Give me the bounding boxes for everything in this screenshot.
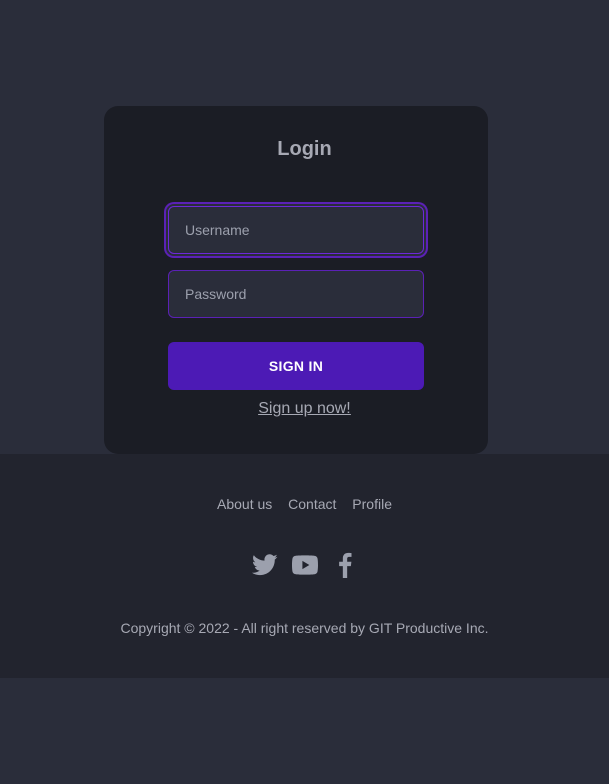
password-input[interactable] — [168, 270, 424, 318]
social-links — [0, 552, 609, 578]
twitter-icon[interactable] — [251, 552, 278, 578]
facebook-icon[interactable] — [332, 552, 358, 578]
page-bottom-area — [0, 678, 609, 784]
footer-nav: About us Contact Profile — [0, 496, 609, 512]
copyright-text: Copyright © 2022 - All right reserved by… — [120, 620, 489, 636]
footer-link-contact[interactable]: Contact — [288, 496, 336, 512]
youtube-icon[interactable] — [291, 552, 318, 578]
footer: About us Contact Profile Copyright © 202… — [0, 454, 609, 678]
username-input[interactable] — [168, 206, 424, 254]
footer-link-about[interactable]: About us — [217, 496, 272, 512]
login-title: Login — [277, 138, 332, 160]
signup-link-container: Sign up now! — [0, 400, 609, 418]
footer-link-profile[interactable]: Profile — [352, 496, 392, 512]
sign-in-button[interactable]: SIGN IN — [168, 342, 424, 390]
signup-link[interactable]: Sign up now! — [258, 400, 351, 417]
